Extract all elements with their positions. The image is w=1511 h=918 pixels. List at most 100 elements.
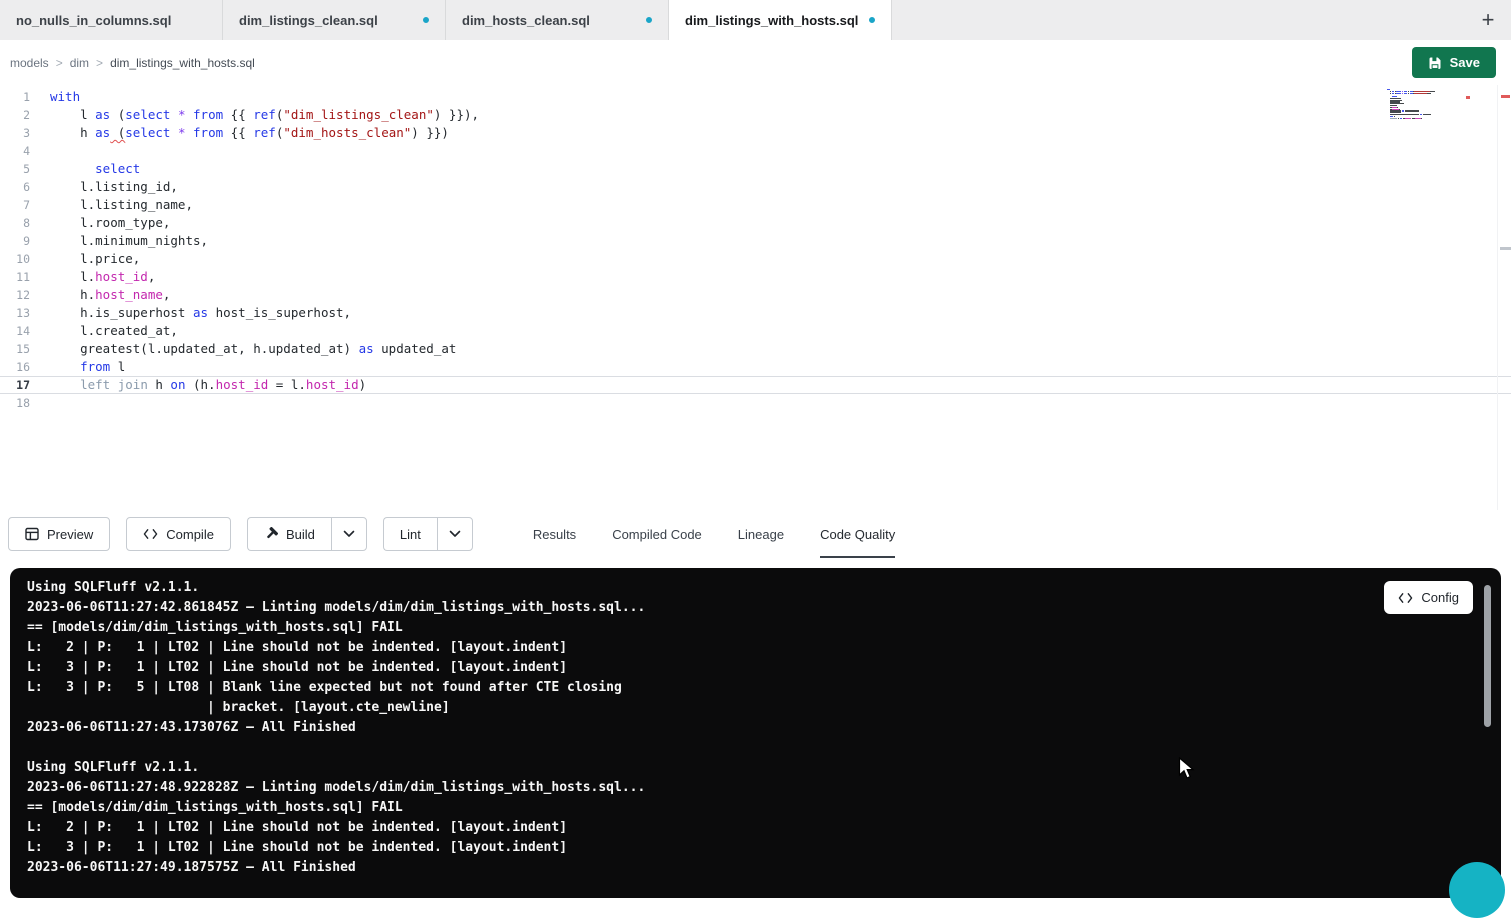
compile-button-label: Compile xyxy=(166,527,214,542)
code-line[interactable]: 13 h.is_superhost as host_is_superhost, xyxy=(0,304,1511,322)
line-number: 15 xyxy=(0,340,30,358)
code-line[interactable]: 18 xyxy=(0,394,1511,412)
line-number: 14 xyxy=(0,322,30,340)
code-line[interactable]: 3 h as (select * from {{ ref("dim_hosts_… xyxy=(0,124,1511,142)
code-line[interactable]: 12 h.host_name, xyxy=(0,286,1511,304)
line-number: 4 xyxy=(0,142,30,160)
line-number: 16 xyxy=(0,358,30,376)
line-number: 1 xyxy=(0,88,30,106)
code-line[interactable]: 17 left join h on (h.host_id = l.host_id… xyxy=(0,376,1511,394)
panel-tab-results[interactable]: Results xyxy=(533,510,576,558)
minimap[interactable] xyxy=(1387,89,1463,121)
panel-tab-strip: Results Compiled Code Lineage Code Quality xyxy=(533,510,895,558)
line-number: 3 xyxy=(0,124,30,142)
line-number: 11 xyxy=(0,268,30,286)
code-text: l.listing_name, xyxy=(30,196,193,214)
terminal-line: == [models/dim/dim_listings_with_hosts.s… xyxy=(27,618,1501,638)
lint-dropdown-button[interactable] xyxy=(437,517,473,551)
editor-tab[interactable]: dim_hosts_clean.sql xyxy=(446,0,669,40)
code-text: l as (select * from {{ ref("dim_listings… xyxy=(30,106,479,124)
line-number: 9 xyxy=(0,232,30,250)
code-line[interactable]: 16 from l xyxy=(0,358,1511,376)
line-number: 6 xyxy=(0,178,30,196)
lint-button[interactable]: Lint xyxy=(383,517,437,551)
new-tab-button[interactable]: + xyxy=(1465,0,1511,40)
build-dropdown-button[interactable] xyxy=(331,517,367,551)
terminal-scrollbar[interactable] xyxy=(1484,585,1491,727)
code-text: l.minimum_nights, xyxy=(30,232,208,250)
editor-tab[interactable]: dim_listings_clean.sql xyxy=(223,0,446,40)
plus-icon: + xyxy=(1482,7,1495,32)
minimap-error-marker xyxy=(1466,96,1470,99)
config-button-label: Config xyxy=(1421,590,1459,605)
panel-tab-lineage[interactable]: Lineage xyxy=(738,510,784,558)
build-button[interactable]: Build xyxy=(247,517,331,551)
breadcrumb-item[interactable]: dim xyxy=(70,56,89,70)
code-line[interactable]: 15 greatest(l.updated_at, h.updated_at) … xyxy=(0,340,1511,358)
build-button-label: Build xyxy=(286,527,315,542)
line-number: 18 xyxy=(0,394,30,412)
code-line[interactable]: 9 l.minimum_nights, xyxy=(0,232,1511,250)
code-line[interactable]: 2 l as (select * from {{ ref("dim_listin… xyxy=(0,106,1511,124)
code-line[interactable]: 8 l.room_type, xyxy=(0,214,1511,232)
terminal-line: 2023-06-06T11:27:43.173076Z — All Finish… xyxy=(27,718,1501,738)
line-number: 7 xyxy=(0,196,30,214)
tab-label: dim_hosts_clean.sql xyxy=(462,13,638,28)
lint-config-button[interactable]: Config xyxy=(1384,581,1473,614)
code-line[interactable]: 1with xyxy=(0,88,1511,106)
code-lines: 1with2 l as (select * from {{ ref("dim_l… xyxy=(0,88,1511,412)
preview-button[interactable]: Preview xyxy=(8,517,110,551)
dbt-ide-window: no_nulls_in_columns.sql dim_listings_clea… xyxy=(0,0,1511,898)
code-line[interactable]: 5 select xyxy=(0,160,1511,178)
code-line[interactable]: 10 l.price, xyxy=(0,250,1511,268)
code-text: l.listing_id, xyxy=(30,178,178,196)
line-number: 10 xyxy=(0,250,30,268)
code-line[interactable]: 11 l.host_id, xyxy=(0,268,1511,286)
unsaved-changes-dot[interactable] xyxy=(646,17,652,23)
line-number: 8 xyxy=(0,214,30,232)
terminal-line: | bracket. [layout.cte_newline] xyxy=(27,698,1501,718)
scrollbar-marker[interactable] xyxy=(1500,247,1511,250)
terminal-line: L: 3 | P: 5 | LT08 | Blank line expected… xyxy=(27,678,1501,698)
code-text xyxy=(30,394,50,412)
terminal-line: L: 3 | P: 1 | LT02 | Line should not be … xyxy=(27,658,1501,678)
line-number: 5 xyxy=(0,160,30,178)
ruler-error-marker xyxy=(1501,95,1510,98)
save-button-label: Save xyxy=(1450,55,1480,70)
overview-ruler xyxy=(1497,85,1511,510)
code-text: left join h on (h.host_id = l.host_id) xyxy=(30,376,366,394)
code-line[interactable]: 7 l.listing_name, xyxy=(0,196,1511,214)
panel-tab-code-quality[interactable]: Code Quality xyxy=(820,510,895,558)
preview-button-label: Preview xyxy=(47,527,93,542)
breadcrumb-bar: models>dim>dim_listings_with_hosts.sql S… xyxy=(0,40,1511,85)
editor-tab[interactable]: dim_listings_with_hosts.sql xyxy=(669,0,892,40)
unsaved-changes-dot[interactable] xyxy=(869,17,875,23)
terminal-line: Using SQLFluff v2.1.1. xyxy=(27,578,1501,598)
panel-tab-compiled-code[interactable]: Compiled Code xyxy=(612,510,702,558)
chevron-down-icon xyxy=(343,530,355,538)
code-text xyxy=(30,142,50,160)
code-line[interactable]: 6 l.listing_id, xyxy=(0,178,1511,196)
unsaved-changes-dot[interactable] xyxy=(423,17,429,23)
code-line[interactable]: 4 xyxy=(0,142,1511,160)
tab-strip: no_nulls_in_columns.sql dim_listings_clea… xyxy=(0,0,892,40)
terminal-panel: Using SQLFluff v2.1.1.2023-06-06T11:27:4… xyxy=(10,568,1501,898)
breadcrumb-item[interactable]: dim_listings_with_hosts.sql xyxy=(110,56,255,70)
code-editor[interactable]: 1with2 l as (select * from {{ ref("dim_l… xyxy=(0,85,1511,510)
terminal-line: 2023-06-06T11:27:48.922828Z — Linting mo… xyxy=(27,778,1501,798)
terminal-line: L: 2 | P: 1 | LT02 | Line should not be … xyxy=(27,818,1501,838)
save-button[interactable]: Save xyxy=(1412,47,1496,78)
breadcrumb-separator: > xyxy=(56,56,63,70)
editor-tab[interactable]: no_nulls_in_columns.sql xyxy=(0,0,223,40)
code-text: l.price, xyxy=(30,250,140,268)
tab-label: no_nulls_in_columns.sql xyxy=(16,13,206,28)
tab-label: dim_listings_clean.sql xyxy=(239,13,415,28)
code-text: l.host_id, xyxy=(30,268,155,286)
code-line[interactable]: 14 l.created_at, xyxy=(0,322,1511,340)
chat-bubble[interactable] xyxy=(1449,862,1505,918)
compile-button[interactable]: Compile xyxy=(126,517,231,551)
breadcrumb-item[interactable]: models xyxy=(10,56,49,70)
terminal-line: == [models/dim/dim_listings_with_hosts.s… xyxy=(27,798,1501,818)
terminal-line: 2023-06-06T11:27:42.861845Z — Linting mo… xyxy=(27,598,1501,618)
code-text: h.host_name, xyxy=(30,286,170,304)
